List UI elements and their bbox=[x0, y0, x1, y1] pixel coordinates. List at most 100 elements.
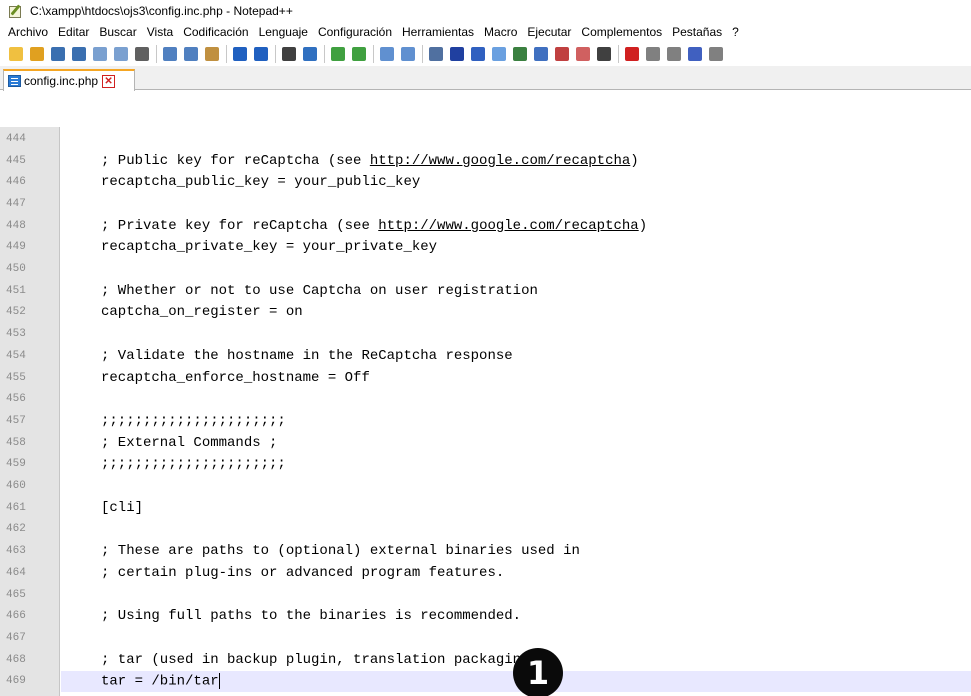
code-line: 470 bbox=[0, 692, 971, 696]
word-wrap-icon bbox=[429, 47, 443, 61]
window-title: C:\xampp\htdocs\ojs3\config.inc.php - No… bbox=[30, 4, 293, 18]
toolbar bbox=[0, 42, 971, 66]
function-list-button[interactable] bbox=[532, 45, 550, 63]
monitoring-icon bbox=[597, 47, 611, 61]
line-number: 458 bbox=[6, 436, 26, 449]
code-link[interactable]: http://www.google.com/recaptcha bbox=[378, 218, 638, 234]
folder-workspace-button[interactable] bbox=[553, 45, 571, 63]
editor[interactable]: 444 445 ; Public key for reCaptcha (see ht… bbox=[0, 127, 971, 696]
line-number: 447 bbox=[6, 197, 26, 210]
run-macro-multiple-button[interactable] bbox=[686, 45, 704, 63]
code-text: ; These are paths to (optional) external… bbox=[101, 543, 580, 559]
code-text-segment: captcha_on_register = on bbox=[101, 304, 303, 321]
menu-editar[interactable]: Editar bbox=[53, 25, 94, 39]
menu-buscar[interactable]: Buscar bbox=[94, 25, 141, 39]
indent-guide-button[interactable] bbox=[469, 45, 487, 63]
tab-label: config.inc.php bbox=[24, 74, 99, 88]
code-text-segment: ; External Commands ; bbox=[101, 434, 278, 451]
code-text: ; Validate the hostname in the ReCaptcha… bbox=[101, 348, 513, 364]
code-text-segment: ; These are paths to (optional) external… bbox=[101, 543, 580, 560]
code-line: 449 recaptcha_private_key = your_private_… bbox=[0, 237, 971, 259]
show-all-chars-icon bbox=[450, 47, 464, 61]
code-text: tar = /bin/tar bbox=[101, 672, 220, 690]
save-macro-button[interactable] bbox=[707, 45, 725, 63]
code-line: 445 ; Public key for reCaptcha (see http:… bbox=[0, 150, 971, 172]
paste-button[interactable] bbox=[203, 45, 221, 63]
save-all-icon bbox=[72, 47, 86, 61]
tab-config-inc-php[interactable]: config.inc.php ✕ bbox=[3, 69, 135, 91]
code-line: 444 bbox=[0, 128, 971, 150]
menu-lenguaje[interactable]: Lenguaje bbox=[254, 25, 313, 39]
code-text-segment: ) bbox=[630, 152, 639, 169]
define-language-button[interactable] bbox=[490, 45, 508, 63]
line-number: 467 bbox=[6, 631, 26, 644]
line-number: 464 bbox=[6, 566, 26, 579]
monitoring-button[interactable] bbox=[595, 45, 613, 63]
menu-herramientas[interactable]: Herramientas bbox=[397, 25, 479, 39]
close-button[interactable] bbox=[91, 45, 109, 63]
copy-icon bbox=[184, 47, 198, 61]
menu-macro[interactable]: Macro bbox=[479, 25, 522, 39]
folder-button[interactable] bbox=[574, 45, 592, 63]
code-line: 457;;;;;;;;;;;;;;;;;;;;;; bbox=[0, 410, 971, 432]
show-all-chars-button[interactable] bbox=[448, 45, 466, 63]
code-text: ; tar (used in backup plugin, translatio… bbox=[101, 652, 538, 668]
document-map-button[interactable] bbox=[511, 45, 529, 63]
paste-icon bbox=[205, 47, 219, 61]
menu-help[interactable]: ? bbox=[727, 25, 744, 39]
print-button[interactable] bbox=[133, 45, 151, 63]
file-saved-icon bbox=[8, 75, 21, 87]
close-tab-icon[interactable]: ✕ bbox=[102, 74, 116, 88]
sync-vertical-button[interactable] bbox=[378, 45, 396, 63]
menu-pestañas[interactable]: Pestañas bbox=[667, 25, 727, 39]
play-macro-button[interactable] bbox=[665, 45, 683, 63]
menu-archivo[interactable]: Archivo bbox=[3, 25, 53, 39]
open-file-button[interactable] bbox=[28, 45, 46, 63]
code-text-segment: tar = /bin/tar bbox=[101, 673, 219, 690]
save-all-button[interactable] bbox=[70, 45, 88, 63]
save-button[interactable] bbox=[49, 45, 67, 63]
folder-workspace-icon bbox=[555, 47, 569, 61]
word-wrap-button[interactable] bbox=[427, 45, 445, 63]
redo-button[interactable] bbox=[252, 45, 270, 63]
undo-button[interactable] bbox=[231, 45, 249, 63]
code-text-segment: ; Whether or not to use Captcha on user … bbox=[101, 282, 538, 299]
line-number: 462 bbox=[6, 523, 26, 536]
menu-vista[interactable]: Vista bbox=[142, 25, 178, 39]
line-number: 451 bbox=[6, 284, 26, 297]
code-line: 462 bbox=[0, 519, 971, 541]
code-text: recaptcha_private_key = your_private_key bbox=[101, 239, 437, 255]
find-button[interactable] bbox=[280, 45, 298, 63]
function-list-icon bbox=[534, 47, 548, 61]
replace-button[interactable] bbox=[301, 45, 319, 63]
code-text: ; Public key for reCaptcha (see http://w… bbox=[101, 153, 639, 169]
print-icon bbox=[135, 47, 149, 61]
zoom-out-icon bbox=[352, 47, 366, 61]
record-macro-button[interactable] bbox=[623, 45, 641, 63]
tab-bar: config.inc.php ✕ bbox=[0, 66, 971, 91]
sync-horizontal-button[interactable] bbox=[399, 45, 417, 63]
close-all-button[interactable] bbox=[112, 45, 130, 63]
menu-codificación[interactable]: Codificación bbox=[178, 25, 253, 39]
line-number: 456 bbox=[6, 393, 26, 406]
menu-complementos[interactable]: Complementos bbox=[576, 25, 667, 39]
code-link[interactable]: http://www.google.com/recaptcha bbox=[370, 153, 630, 169]
code-line: 460 bbox=[0, 475, 971, 497]
zoom-in-button[interactable] bbox=[329, 45, 347, 63]
cut-button[interactable] bbox=[161, 45, 179, 63]
code-text-segment: ; certain plug-ins or advanced program f… bbox=[101, 564, 505, 581]
code-text-segment: ) bbox=[638, 217, 648, 234]
new-file-button[interactable] bbox=[7, 45, 25, 63]
notepadpp-icon bbox=[8, 3, 24, 19]
line-number: 444 bbox=[6, 132, 26, 145]
indent-guide-icon bbox=[471, 47, 485, 61]
menu-configuración[interactable]: Configuración bbox=[313, 25, 397, 39]
code-line: 455 recaptcha_enforce_hostname = Off bbox=[0, 367, 971, 389]
menu-ejecutar[interactable]: Ejecutar bbox=[522, 25, 576, 39]
code-text: [cli] bbox=[101, 500, 143, 516]
copy-button[interactable] bbox=[182, 45, 200, 63]
code-line: 466 ; Using full paths to the binaries is… bbox=[0, 605, 971, 627]
zoom-out-button[interactable] bbox=[350, 45, 368, 63]
stop-macro-button[interactable] bbox=[644, 45, 662, 63]
line-number: 468 bbox=[6, 653, 26, 666]
